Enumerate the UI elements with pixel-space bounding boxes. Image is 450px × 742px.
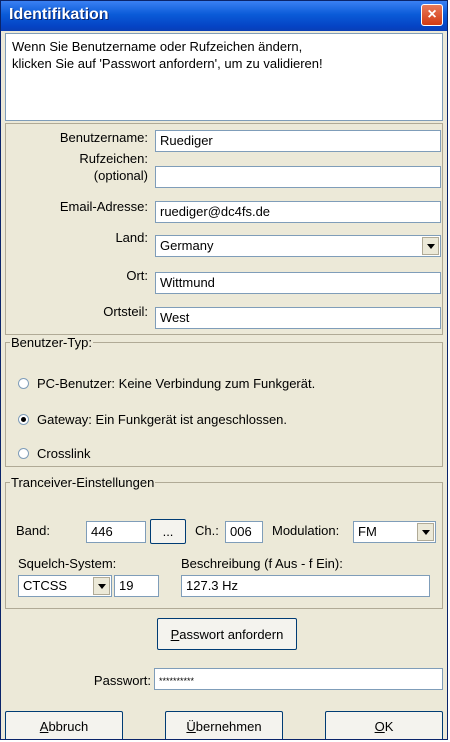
country-value: Germany — [160, 238, 214, 253]
country-select[interactable]: Germany — [155, 235, 441, 257]
squelch-number-field[interactable]: 19 — [114, 575, 159, 597]
password-field[interactable]: ********** — [154, 668, 443, 690]
description-field[interactable]: 127.3 Hz — [181, 575, 430, 597]
radio-button[interactable] — [18, 448, 29, 459]
close-icon[interactable]: × — [421, 4, 443, 26]
transceiver-legend: Tranceiver-Einstellungen — [11, 475, 155, 490]
apply-button[interactable]: Übernehmen — [165, 711, 283, 739]
cancel-text: bbruch — [48, 718, 89, 734]
radio-crosslink-label: Crosslink — [37, 446, 91, 461]
district-field[interactable]: West — [155, 307, 441, 329]
callsign-label: Rufzeichen: — [79, 151, 148, 166]
ok-button[interactable]: OK — [325, 711, 443, 739]
cancel-button[interactable]: Abbruch — [5, 711, 123, 739]
chevron-down-icon[interactable] — [93, 577, 110, 595]
apply-accel: Ü — [186, 718, 196, 734]
callsign-optional-label: (optional) — [93, 168, 148, 183]
radio-pc-user[interactable]: PC-Benutzer: Keine Verbindung zum Funkge… — [18, 376, 315, 391]
user-type-legend: Benutzer-Typ: — [11, 335, 92, 350]
identification-dialog: Identifikation × Wenn Sie Benutzername o… — [0, 0, 448, 740]
request-password-button[interactable]: Passwort anfordern — [157, 618, 297, 650]
city-label: Ort: — [126, 268, 148, 283]
city-field[interactable]: Wittmund — [155, 272, 441, 294]
band-field[interactable]: 446 — [86, 521, 146, 543]
chevron-down-icon[interactable] — [417, 523, 434, 541]
user-type-group: Benutzer-Typ: PC-Benutzer: Keine Verbind… — [5, 335, 443, 467]
country-label: Land: — [115, 230, 148, 245]
chevron-down-icon[interactable] — [422, 237, 439, 255]
transceiver-group: Tranceiver-Einstellungen Band: 446 ... C… — [5, 475, 443, 609]
squelch-select[interactable]: CTCSS — [18, 575, 112, 597]
email-label: Email-Adresse: — [59, 199, 148, 214]
channel-field[interactable]: 006 — [225, 521, 263, 543]
info-message: Wenn Sie Benutzername oder Rufzeichen än… — [5, 33, 443, 121]
radio-gateway-label: Gateway: Ein Funkgerät ist angeschlossen… — [37, 412, 288, 427]
ok-text: K — [384, 718, 394, 734]
squelch-label: Squelch-System: — [18, 556, 117, 571]
info-message-line2: klicken Sie auf 'Passwort anfordern', um… — [12, 56, 323, 71]
ok-accel: O — [374, 718, 385, 734]
district-label: Ortsteil: — [103, 304, 148, 319]
info-message-line1: Wenn Sie Benutzername oder Rufzeichen än… — [12, 39, 303, 54]
username-field[interactable]: Ruediger — [155, 130, 441, 152]
email-field[interactable]: ruediger@dc4fs.de — [155, 201, 441, 223]
request-password-text: asswort anfordern — [179, 626, 284, 642]
modulation-label: Modulation: — [272, 523, 340, 538]
request-password-accel: P — [170, 626, 180, 642]
radio-gateway[interactable]: Gateway: Ein Funkgerät ist angeschlossen… — [18, 412, 287, 427]
callsign-field[interactable] — [155, 166, 441, 188]
description-label: Beschreibung (f Aus - f Ein): — [181, 556, 343, 571]
modulation-select[interactable]: FM — [353, 521, 436, 543]
squelch-value: CTCSS — [23, 578, 68, 593]
title-bar[interactable]: Identifikation × — [1, 1, 447, 31]
dialog-title: Identifikation — [9, 6, 109, 23]
radio-button-selected[interactable] — [18, 414, 29, 425]
apply-text: bernehmen — [195, 718, 262, 734]
cancel-accel: A — [39, 718, 49, 734]
user-details-panel: Benutzername: Ruediger Rufzeichen: (opti… — [5, 123, 443, 335]
username-label: Benutzername: — [59, 130, 148, 145]
radio-pc-user-label: PC-Benutzer: Keine Verbindung zum Funkge… — [37, 376, 316, 391]
radio-button[interactable] — [18, 378, 29, 389]
channel-label: Ch.: — [195, 523, 219, 538]
modulation-value: FM — [358, 524, 377, 539]
band-label: Band: — [16, 523, 50, 538]
radio-crosslink[interactable]: Crosslink — [18, 446, 90, 461]
band-browse-button[interactable]: ... — [150, 519, 186, 544]
password-label: Passwort: — [93, 673, 151, 688]
